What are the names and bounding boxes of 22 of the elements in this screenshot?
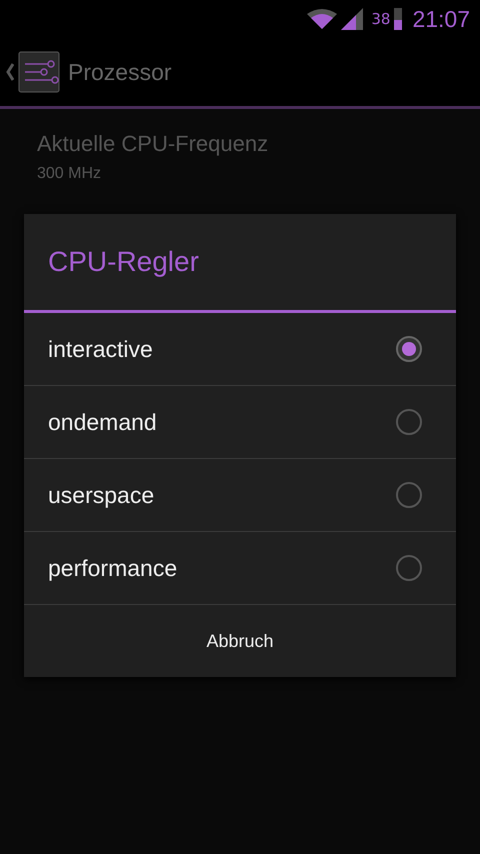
option-row[interactable]: ondemand	[24, 386, 456, 459]
radio-button[interactable]	[396, 555, 422, 581]
option-label: performance	[48, 554, 178, 582]
option-label: userspace	[48, 482, 154, 508]
dialog-title: CPU-Regler	[24, 214, 456, 313]
setting-summary: 300 MHz	[37, 165, 102, 183]
signal-icon	[341, 8, 364, 30]
battery-level: 38	[371, 10, 390, 28]
sliders-icon	[18, 51, 60, 93]
clock: 21:07	[412, 6, 470, 32]
option-row[interactable]: interactive	[24, 313, 456, 386]
cancel-button[interactable]: Abbruch	[24, 605, 456, 677]
radio-button[interactable]	[396, 336, 422, 362]
battery-icon	[394, 8, 402, 30]
radio-button[interactable]	[396, 409, 422, 435]
wifi-icon	[307, 8, 338, 30]
screen-title: Prozessor	[68, 58, 172, 86]
radio-button[interactable]	[396, 482, 422, 508]
option-row[interactable]: userspace	[24, 459, 456, 532]
option-label: interactive	[48, 336, 153, 362]
option-label: ondemand	[48, 408, 157, 436]
setting-title: Aktuelle CPU-Frequenz	[37, 131, 270, 157]
